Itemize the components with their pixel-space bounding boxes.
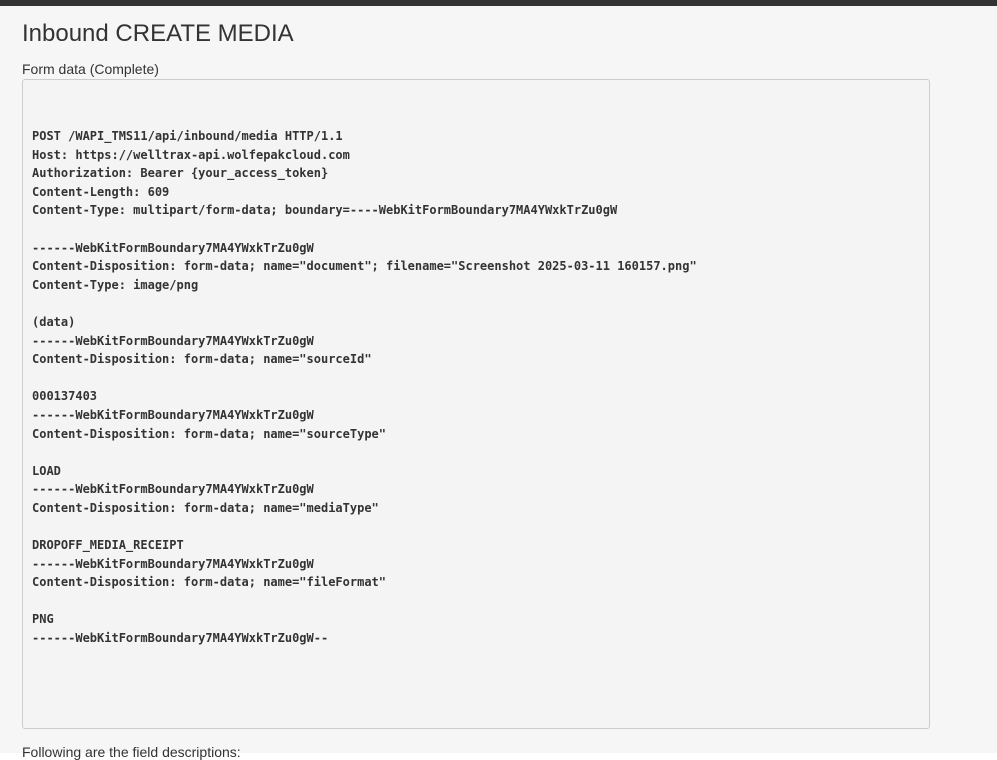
code-line-content-length: Content-Length: 609 — [32, 184, 170, 199]
code-line-authorization: Authorization: Bearer {your_access_token… — [32, 166, 329, 181]
code-line-boundary: ------WebKitFormBoundary7MA4YWxkTrZu0gW — [32, 333, 314, 348]
code-line-boundary: ------WebKitFormBoundary7MA4YWxkTrZu0gW — [32, 407, 314, 422]
code-lines: POST /WAPI_TMS11/api/inbound/media HTTP/… — [32, 127, 929, 648]
code-line-boundary: ------WebKitFormBoundary7MA4YWxkTrZu0gW — [32, 556, 314, 571]
code-line-boundary: ------WebKitFormBoundary7MA4YWxkTrZu0gW — [32, 240, 314, 255]
code-line-request-line: POST /WAPI_TMS11/api/inbound/media HTTP/… — [32, 129, 343, 143]
code-line-source-type-value: LOAD — [32, 463, 61, 478]
code-line-file-format-value: PNG — [32, 612, 54, 627]
code-line-host: Host: https://welltrax-api.wolfepakcloud… — [32, 147, 350, 162]
page-title: Inbound CREATE MEDIA — [22, 20, 294, 47]
code-line-source-id-value: 000137403 — [32, 389, 98, 404]
page-content: Inbound CREATE MEDIA Form data (Complete… — [0, 6, 997, 760]
code-line-source-id-disposition: Content-Disposition: form-data; name="so… — [32, 352, 372, 367]
code-line-document-content-type: Content-Type: image/png — [32, 277, 199, 292]
code-line-source-type-disposition: Content-Disposition: form-data; name="so… — [32, 426, 387, 441]
code-line-file-format-disposition: Content-Disposition: form-data; name="fi… — [32, 575, 387, 590]
code-line-data-placeholder: (data) — [32, 314, 76, 329]
form-data-code-block[interactable]: POST /WAPI_TMS11/api/inbound/media HTTP/… — [22, 79, 930, 729]
code-line-boundary: ------WebKitFormBoundary7MA4YWxkTrZu0gW — [32, 482, 314, 497]
form-data-label: Form data (Complete) — [22, 61, 159, 77]
code-line-content-type: Content-Type: multipart/form-data; bound… — [32, 203, 618, 218]
code-line-document-disposition: Content-Disposition: form-data; name="do… — [32, 259, 697, 274]
code-line-closing-boundary: ------WebKitFormBoundary7MA4YWxkTrZu0gW-… — [32, 631, 329, 646]
code-line-media-type-value: DROPOFF_MEDIA_RECEIPT — [32, 538, 184, 553]
field-descriptions-heading: Following are the field descriptions: — [22, 744, 241, 760]
code-line-media-type-disposition: Content-Disposition: form-data; name="me… — [32, 500, 379, 515]
